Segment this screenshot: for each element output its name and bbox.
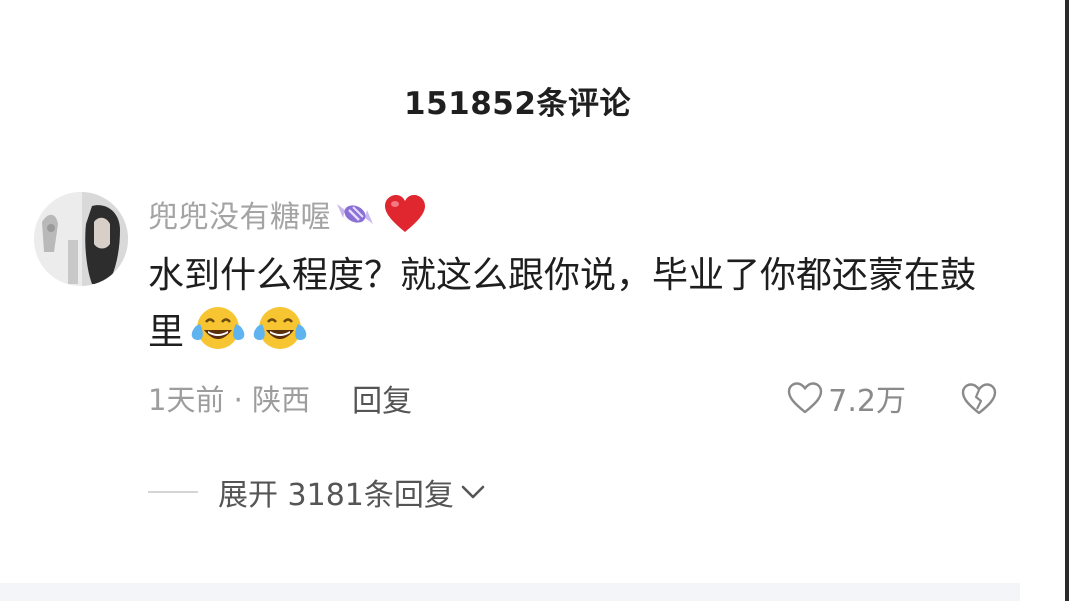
chevron-down-icon — [460, 483, 486, 501]
crying-laughing-emoji — [252, 304, 308, 352]
heart-outline-icon — [786, 381, 824, 415]
comment-item: 兜兜没有糖喔 水到什么程度？就这么跟你说，毕业了你都还蒙在鼓里 1天前 · 陕西… — [34, 190, 1014, 430]
crying-laughing-emoji — [190, 304, 246, 352]
reply-button[interactable]: 回复 — [352, 376, 412, 420]
expand-replies-label: 展开 3181条回复 — [218, 478, 454, 513]
broken-heart-icon[interactable] — [960, 382, 998, 416]
red-heart-icon — [383, 194, 427, 234]
like-count: 7.2万 — [828, 384, 906, 419]
candy-icon — [333, 198, 377, 230]
right-edge-divider — [1065, 0, 1069, 601]
avatar[interactable] — [34, 192, 128, 286]
comment-meta: 1天前 · 陕西 回复 — [148, 376, 412, 420]
username[interactable]: 兜兜没有糖喔 — [148, 192, 331, 236]
like-button[interactable]: 7.2万 — [786, 378, 906, 419]
bottom-strip — [0, 583, 1020, 601]
divider-line — [148, 491, 198, 493]
expand-replies-button[interactable]: 展开 3181条回复 — [148, 470, 486, 514]
username-row: 兜兜没有糖喔 — [148, 192, 427, 236]
time-location: 1天前 · 陕西 — [148, 383, 311, 417]
comments-count-title: 151852条评论 — [404, 86, 631, 122]
comment-text: 水到什么程度？就这么跟你说，毕业了你都还蒙在鼓里 — [148, 248, 1008, 361]
